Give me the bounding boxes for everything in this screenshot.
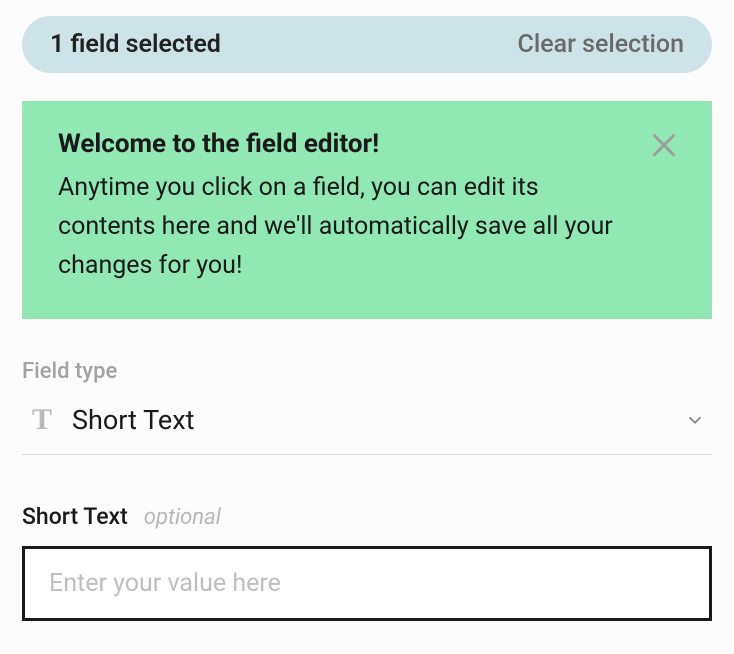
field-type-label: Field type	[22, 359, 712, 384]
text-type-icon: T	[28, 406, 56, 434]
optional-label: optional	[144, 505, 221, 530]
input-label-row: Short Text optional	[22, 503, 712, 530]
clear-selection-button[interactable]: Clear selection	[518, 30, 684, 59]
welcome-banner: Welcome to the field editor! Anytime you…	[22, 101, 712, 319]
input-label: Short Text	[22, 503, 128, 530]
close-banner-button[interactable]	[646, 125, 682, 161]
welcome-body: Anytime you click on a field, you can ed…	[58, 169, 618, 285]
chevron-down-icon	[684, 409, 706, 431]
field-type-select[interactable]: T Short Text	[22, 398, 712, 455]
welcome-title: Welcome to the field editor!	[58, 129, 676, 159]
selection-count: 1 field selected	[50, 30, 221, 59]
close-icon	[646, 125, 682, 161]
selection-bar: 1 field selected Clear selection	[22, 16, 712, 73]
short-text-input[interactable]	[22, 546, 712, 621]
field-type-value: Short Text	[72, 404, 668, 436]
